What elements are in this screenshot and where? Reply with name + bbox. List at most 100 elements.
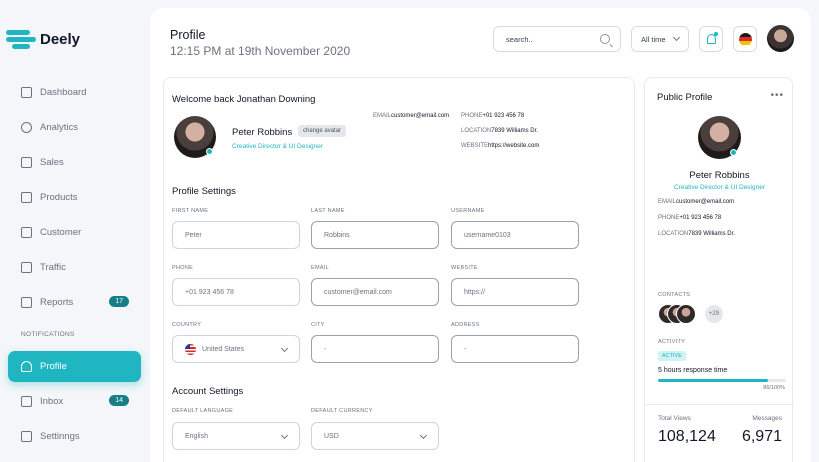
pp-phone-value: +01 923 456 78 [679, 215, 722, 221]
public-profile-name: Peter Robbins [689, 170, 750, 181]
website-info: WEBSITEhttps://website.com [461, 143, 539, 149]
email-info: EMAILcustomer@email.com [373, 113, 449, 119]
email-field-value: customer@email.com [324, 288, 392, 296]
profile-name: Peter Robbins [232, 127, 293, 138]
address-field[interactable]: - [451, 335, 579, 363]
notifications-button[interactable] [699, 26, 723, 52]
notifications-section-label: NOTIFICATIONS [21, 331, 75, 338]
sidebar-item-settings[interactable]: Settinngs [8, 421, 141, 452]
pie-chart-icon [21, 122, 32, 133]
phone-value: +01 923 456 78 [482, 113, 525, 119]
pp-location-key: LOCATION [658, 231, 689, 237]
last-name-label: LAST NAME [311, 208, 345, 214]
online-status-icon [730, 149, 737, 156]
first-name-field[interactable]: Peter [172, 221, 300, 249]
public-profile-title: Public Profile [657, 92, 713, 103]
user-icon [21, 361, 32, 372]
contact-avatar[interactable] [676, 304, 696, 324]
change-avatar-button[interactable]: change avatar [298, 125, 347, 137]
phone-info: PHONE+01 923 456 78 [461, 113, 524, 119]
response-time-text: 5 hours response time [658, 367, 728, 374]
pp-email-key: EMAIL [658, 199, 677, 205]
response-progress-fill [658, 379, 769, 382]
pp-email-value: customer@email.com [676, 199, 735, 205]
language-button[interactable] [733, 26, 757, 52]
username-label: USERNAME [451, 208, 485, 214]
bell-icon [706, 32, 718, 44]
language-select[interactable]: English [172, 422, 300, 450]
sidebar-item-customer[interactable]: Customer [8, 217, 141, 248]
sidebar-item-profile[interactable]: Profile [8, 351, 141, 382]
total-views-label: Total Views [658, 415, 691, 422]
sidebar-item-analytics[interactable]: Analytics [8, 112, 141, 143]
chevron-down-icon [419, 431, 428, 440]
website-value: https://website.com [488, 143, 540, 149]
chevron-down-icon [280, 431, 289, 440]
email-label: EMAIL [311, 265, 330, 271]
divider [645, 404, 794, 405]
website-field-value: https:// [464, 288, 486, 296]
public-profile-role: Creative Director & UI Designer [673, 184, 766, 191]
sidebar-item-label: Settinngs [40, 431, 80, 442]
sidebar-item-label: Sales [40, 157, 64, 168]
user-avatar[interactable] [767, 25, 794, 52]
document-icon [21, 297, 32, 308]
language-label: DEFAULT LANGUAGE [172, 408, 234, 414]
sidebar-item-label: Traffic [40, 262, 66, 273]
profile-role: Creative Director & UI Designer [232, 143, 324, 150]
location-value: 7839 Williams Dr. [491, 128, 538, 134]
currency-value: USD [324, 432, 339, 440]
page-datetime: 12:15 PM at 19th November 2020 [170, 44, 351, 58]
bag-icon [21, 192, 32, 203]
sidebar-item-label: Inbox [40, 396, 64, 407]
inbox-count-badge: 14 [109, 395, 129, 406]
last-name-field[interactable]: Robbins [311, 221, 439, 249]
account-settings-title: Account Settings [172, 386, 244, 397]
location-key: LOCATION [461, 128, 492, 134]
sidebar-item-sales[interactable]: Sales [8, 147, 141, 178]
folder-icon [21, 431, 32, 442]
city-label: CITY [311, 322, 325, 328]
username-field[interactable]: username0103 [451, 221, 579, 249]
grid-icon [21, 87, 32, 98]
messages-value: 6,971 [741, 428, 782, 445]
chart-icon [21, 262, 32, 273]
sidebar-item-label: Profile [40, 361, 67, 372]
messages-label: Messages [752, 415, 782, 422]
website-key: WEBSITE [461, 143, 489, 149]
phone-field-value: +01 923 456 78 [185, 288, 234, 296]
time-filter-select[interactable]: All time [631, 26, 689, 52]
location-info: LOCATION7839 Williams Dr. [461, 128, 538, 134]
page-title: Profile [170, 28, 206, 42]
city-field[interactable]: - [311, 335, 439, 363]
sidebar-item-dashboard[interactable]: Dashboard [8, 77, 141, 108]
last-name-value: Robbins [324, 231, 350, 239]
chevron-down-icon [672, 33, 681, 42]
total-views-value: 108,124 [658, 428, 716, 445]
sidebar-item-inbox[interactable]: Inbox 14 [8, 386, 141, 417]
phone-field[interactable]: +01 923 456 78 [172, 278, 300, 306]
online-status-icon [206, 148, 213, 155]
inbox-icon [21, 396, 32, 407]
logo-icon [6, 28, 36, 50]
sidebar-item-traffic[interactable]: Traffic [8, 252, 141, 283]
more-options-icon[interactable]: ••• [770, 90, 784, 101]
sidebar-item-reports[interactable]: Reports 17 [8, 287, 141, 318]
country-value: United States [202, 345, 245, 353]
email-field[interactable]: customer@email.com [311, 278, 439, 306]
search-input[interactable]: search.. [493, 26, 621, 52]
email-key: EMAIL [373, 113, 392, 119]
sidebar-item-products[interactable]: Products [8, 182, 141, 213]
time-filter-value: All time [641, 34, 666, 44]
sidebar: Deely Dashboard Analytics Sales Products… [0, 0, 150, 462]
us-flag-icon [185, 343, 196, 355]
website-field[interactable]: https:// [451, 278, 579, 306]
username-value: username0103 [464, 231, 511, 239]
country-select[interactable]: United States [172, 335, 300, 363]
first-name-label: FIRST NAME [172, 208, 209, 214]
more-contacts-button[interactable]: +29 [704, 304, 724, 324]
currency-select[interactable]: USD [311, 422, 439, 450]
logo[interactable]: Deely [6, 28, 80, 50]
pp-location-info: LOCATION7839 Williams Dr. [658, 231, 735, 237]
sidebar-item-label: Customer [40, 227, 82, 238]
